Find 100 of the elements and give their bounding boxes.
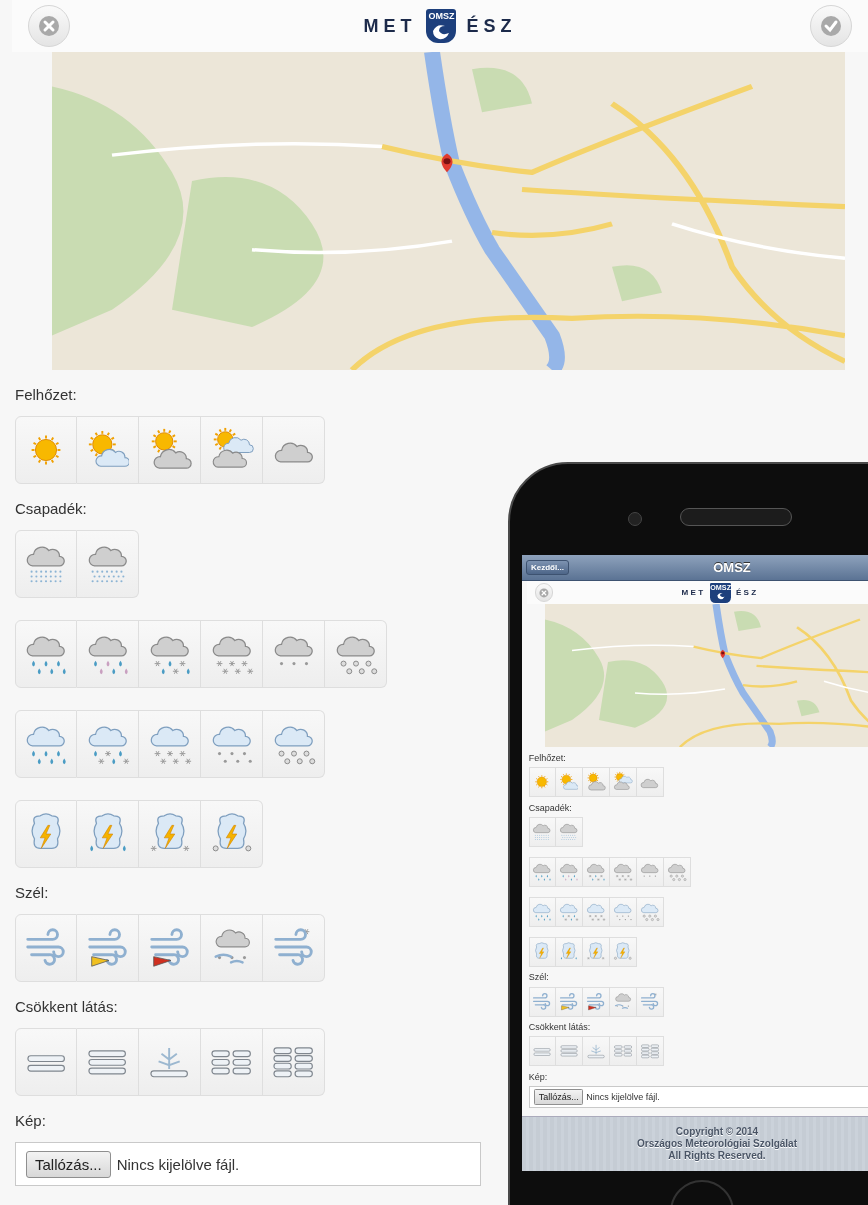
section-label: Kép: bbox=[15, 1111, 46, 1131]
weather-option[interactable] bbox=[528, 817, 556, 848]
logo-text: MET bbox=[681, 588, 706, 598]
section-label: Csapadék: bbox=[15, 499, 87, 519]
fog-icon bbox=[273, 1045, 314, 1079]
weather-option[interactable] bbox=[325, 620, 387, 688]
section-label: Szél: bbox=[15, 883, 49, 903]
sun-cloud-icon bbox=[559, 773, 579, 792]
map-pin-icon bbox=[441, 153, 453, 173]
weather-option[interactable] bbox=[555, 896, 583, 927]
weather-option[interactable] bbox=[582, 856, 610, 887]
weather-option[interactable] bbox=[77, 710, 139, 778]
weather-option[interactable] bbox=[15, 620, 77, 688]
weather-option[interactable] bbox=[555, 767, 583, 798]
weather-option[interactable] bbox=[139, 416, 201, 484]
logo-text: MET bbox=[363, 15, 417, 37]
browse-button[interactable]: Tallózás... bbox=[26, 1150, 111, 1178]
logo-text: ÉSZ bbox=[735, 588, 759, 598]
wind-flag-icon bbox=[557, 990, 580, 1013]
weather-option[interactable] bbox=[636, 767, 664, 798]
weather-option[interactable] bbox=[77, 800, 139, 868]
weather-option[interactable] bbox=[77, 1028, 139, 1096]
file-status: Nincs kijelölve fájl. bbox=[586, 1091, 660, 1102]
weather-option[interactable] bbox=[609, 767, 637, 798]
weather-option[interactable] bbox=[15, 1028, 77, 1096]
weather-option[interactable] bbox=[636, 986, 664, 1017]
weather-option[interactable] bbox=[609, 1036, 637, 1067]
check-icon bbox=[820, 15, 842, 37]
fog-icon bbox=[640, 1043, 659, 1059]
weather-option[interactable] bbox=[263, 1028, 325, 1096]
weather-option[interactable] bbox=[201, 800, 263, 868]
weather-option[interactable] bbox=[263, 914, 325, 982]
logo-text: ÉSZ bbox=[466, 15, 517, 37]
weather-option[interactable] bbox=[609, 936, 637, 967]
map-drawing[interactable] bbox=[545, 604, 868, 748]
weather-option[interactable] bbox=[77, 530, 139, 598]
weather-option[interactable] bbox=[263, 620, 325, 688]
weather-option[interactable] bbox=[15, 710, 77, 778]
weather-option[interactable] bbox=[609, 986, 637, 1017]
fog-icon bbox=[149, 1045, 190, 1079]
weather-option[interactable] bbox=[636, 856, 664, 887]
file-input[interactable]: Tallózás... Nincs kijelölve fájl. bbox=[15, 1142, 481, 1186]
weather-option[interactable] bbox=[582, 986, 610, 1017]
weather-option[interactable] bbox=[555, 936, 583, 967]
fog-icon bbox=[613, 1044, 632, 1059]
weather-option[interactable] bbox=[528, 856, 556, 887]
map-pin-icon bbox=[720, 650, 726, 659]
camera-icon bbox=[628, 512, 642, 526]
weather-option[interactable] bbox=[609, 856, 637, 887]
weather-option[interactable] bbox=[663, 856, 691, 887]
weather-option[interactable] bbox=[528, 936, 556, 967]
nav-title: OMSZ bbox=[713, 560, 751, 575]
map-drawing[interactable] bbox=[52, 52, 845, 370]
weather-option[interactable] bbox=[15, 416, 77, 484]
badge-text: OMSZ bbox=[428, 11, 455, 21]
weather-option[interactable] bbox=[582, 896, 610, 927]
section-label: Felhőzet: bbox=[528, 752, 566, 764]
weather-option[interactable] bbox=[77, 914, 139, 982]
weather-option[interactable] bbox=[201, 914, 263, 982]
weather-option[interactable] bbox=[139, 800, 201, 868]
weather-option[interactable] bbox=[636, 896, 664, 927]
weather-option[interactable] bbox=[77, 416, 139, 484]
section-label: Felhőzet: bbox=[15, 385, 77, 405]
weather-option[interactable] bbox=[636, 1036, 664, 1067]
close-button[interactable] bbox=[28, 5, 70, 47]
weather-option[interactable] bbox=[15, 530, 77, 598]
close-button[interactable] bbox=[534, 583, 554, 603]
weather-option[interactable] bbox=[139, 710, 201, 778]
weather-option[interactable] bbox=[139, 1028, 201, 1096]
weather-option[interactable] bbox=[263, 710, 325, 778]
weather-option[interactable] bbox=[555, 1036, 583, 1067]
weather-option[interactable] bbox=[77, 620, 139, 688]
weather-option[interactable] bbox=[201, 710, 263, 778]
weather-option[interactable] bbox=[139, 914, 201, 982]
wind-snow-icon bbox=[638, 990, 661, 1013]
close-icon bbox=[539, 587, 549, 598]
section-label: Szél: bbox=[528, 972, 549, 983]
weather-option[interactable] bbox=[528, 767, 556, 798]
weather-option[interactable] bbox=[15, 914, 77, 982]
weather-option[interactable] bbox=[555, 856, 583, 887]
weather-option[interactable] bbox=[555, 817, 583, 848]
weather-option[interactable] bbox=[139, 620, 201, 688]
drizzle-cloud-icon bbox=[557, 821, 580, 843]
weather-option[interactable] bbox=[15, 800, 77, 868]
weather-option[interactable] bbox=[201, 416, 263, 484]
weather-option[interactable] bbox=[582, 767, 610, 798]
section-label: Csökkent látás: bbox=[528, 1021, 591, 1033]
weather-option[interactable] bbox=[201, 1028, 263, 1096]
browse-button[interactable]: Tallózás... bbox=[534, 1089, 584, 1105]
weather-option[interactable] bbox=[555, 986, 583, 1017]
weather-option[interactable] bbox=[582, 936, 610, 967]
back-button[interactable]: Kezdől... bbox=[526, 560, 569, 575]
file-input[interactable]: Tallózás... Nincs kijelölve fájl. bbox=[528, 1086, 868, 1108]
weather-option[interactable] bbox=[263, 416, 325, 484]
weather-option[interactable] bbox=[528, 1036, 556, 1067]
weather-option[interactable] bbox=[528, 986, 556, 1017]
sleet-cloud-icon bbox=[584, 861, 607, 883]
weather-option[interactable] bbox=[201, 620, 263, 688]
badge-text: OMSZ bbox=[710, 583, 732, 591]
confirm-button[interactable] bbox=[810, 5, 852, 47]
